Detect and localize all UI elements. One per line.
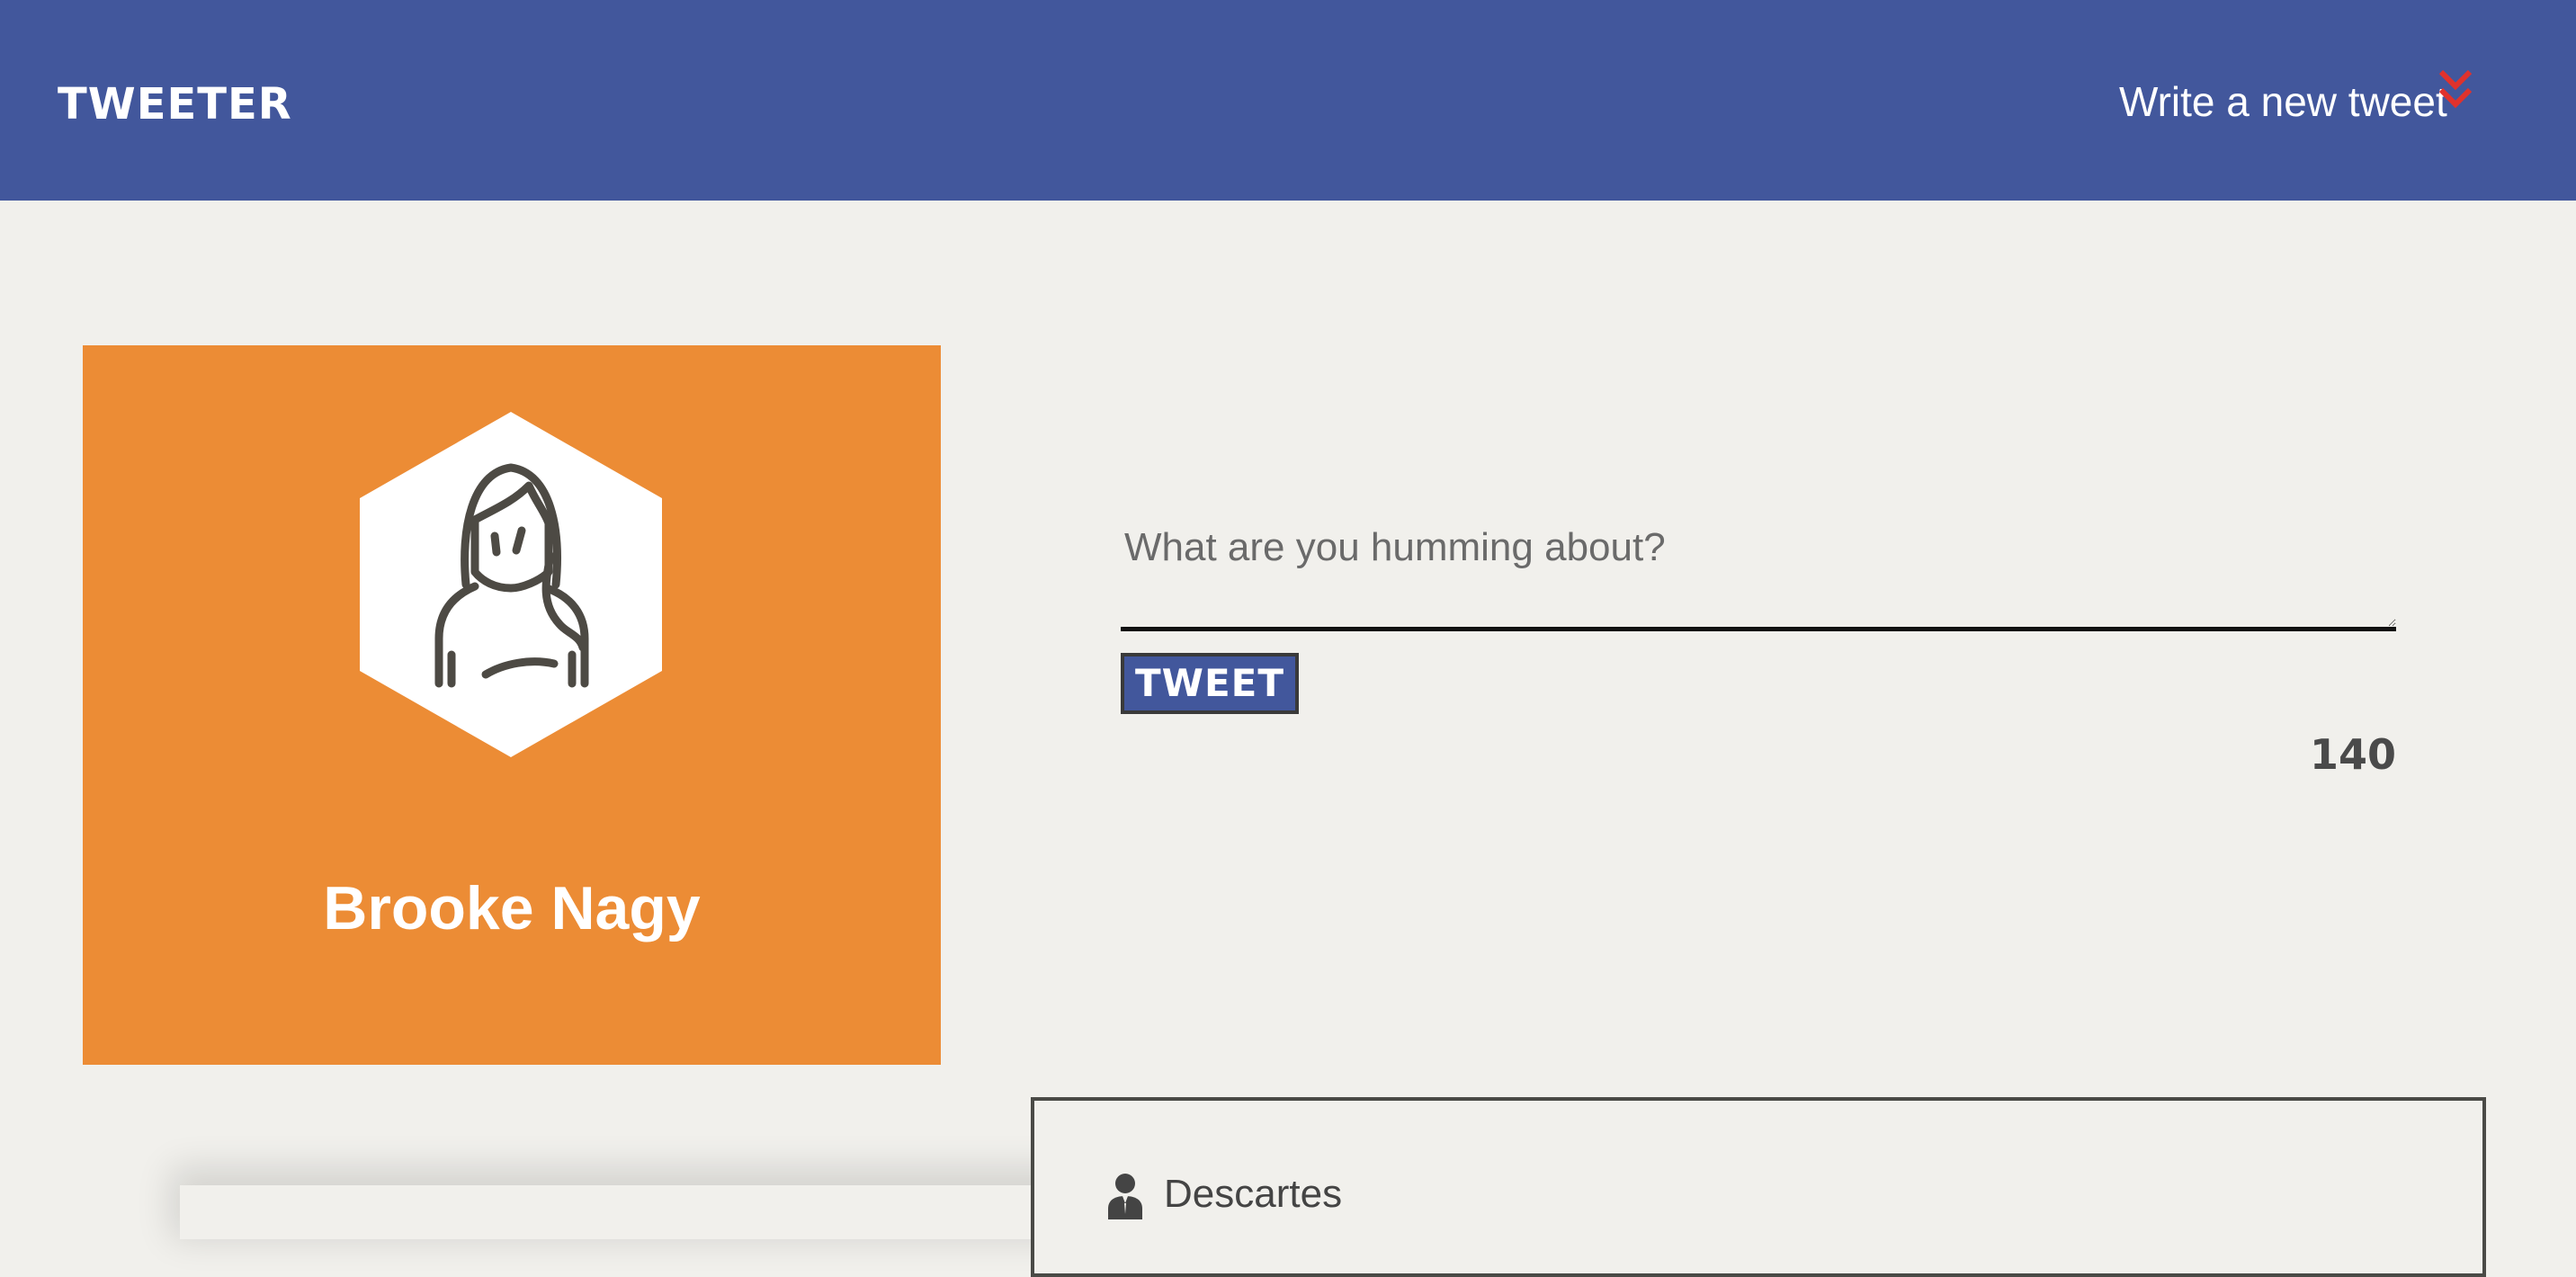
- woman-avatar-icon: [360, 412, 662, 757]
- user-icon: [1108, 1174, 1142, 1219]
- write-new-tweet-link[interactable]: Write a new tweet: [2119, 81, 2447, 122]
- tweet-text-input[interactable]: [1121, 522, 2396, 631]
- character-counter: 140: [2309, 730, 2396, 779]
- top-navigation-bar: TWEETER Write a new tweet: [0, 0, 2576, 201]
- profile-name: Brooke Nagy: [323, 874, 701, 942]
- profile-card: [83, 345, 941, 1065]
- brand-logo[interactable]: TWEETER: [58, 83, 292, 126]
- double-chevron-down-icon[interactable]: [2436, 68, 2475, 113]
- tweet-author-name: Descartes: [1164, 1172, 1343, 1216]
- tweet-submit-button[interactable]: TWEET: [1121, 653, 1299, 714]
